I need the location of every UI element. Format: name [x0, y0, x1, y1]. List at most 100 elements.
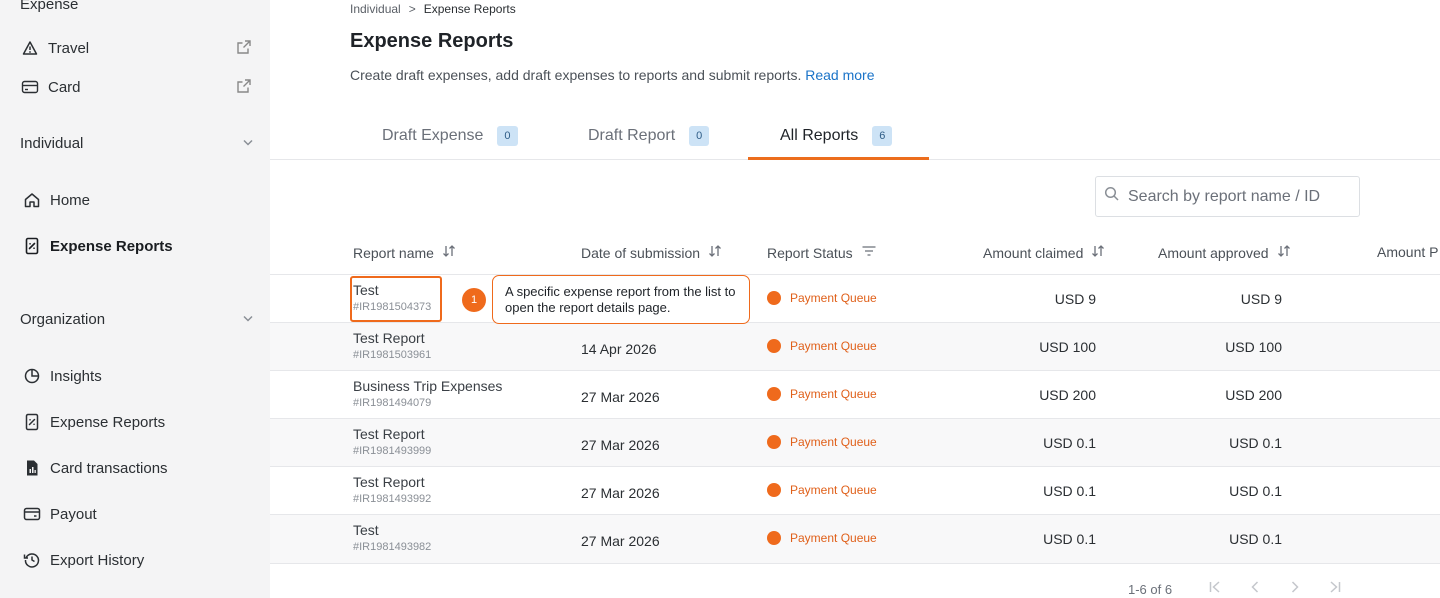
- sidebar-item-label: Home: [50, 191, 91, 209]
- status-dot-icon: [767, 387, 781, 401]
- submission-date: 27 Mar 2026: [581, 533, 660, 549]
- sidebar-item-expense-reports-individual[interactable]: Expense Reports: [22, 231, 256, 261]
- column-header-amount-approved[interactable]: Amount approved: [1158, 244, 1291, 261]
- report-name: Test Report: [353, 426, 425, 442]
- report-name: Business Trip Expenses: [353, 378, 503, 394]
- status-label: Payment Queue: [790, 483, 877, 497]
- search-input[interactable]: [1128, 187, 1348, 206]
- sidebar-group-label: Individual: [20, 134, 84, 152]
- home-icon: [22, 190, 42, 210]
- submission-date: 14 Apr 2026: [581, 341, 657, 357]
- report-id: #IR1981493992: [353, 493, 432, 505]
- sidebar-item-home[interactable]: Home: [22, 185, 256, 215]
- sidebar-item-label: Expense Reports: [50, 237, 173, 255]
- next-page-icon[interactable]: [1288, 580, 1302, 598]
- submission-date: 27 Mar 2026: [581, 437, 660, 453]
- tab-all-reports[interactable]: All Reports 6: [780, 112, 893, 160]
- table-row[interactable]: Test Report #IR1981503961 14 Apr 2026 Pa…: [270, 323, 1440, 371]
- report-id: #IR1981493982: [353, 541, 432, 553]
- table-row[interactable]: Test #IR1981504373 Payment Queue USD 9 U…: [270, 275, 1440, 323]
- sort-icon[interactable]: [1277, 244, 1291, 261]
- external-link-icon[interactable]: [236, 78, 252, 98]
- document-chart-icon: [22, 458, 42, 478]
- status-label: Payment Queue: [790, 339, 877, 353]
- sidebar-item-expense-reports-org[interactable]: Expense Reports: [22, 407, 256, 437]
- status-badge: Payment Queue: [767, 531, 877, 545]
- sort-icon[interactable]: [442, 244, 456, 261]
- report-id: #IR1981494079: [353, 397, 432, 409]
- sidebar-item-label: Export History: [50, 551, 145, 569]
- report-name-cell[interactable]: Test #IR1981493982: [353, 522, 431, 553]
- sidebar-item-label: Card: [48, 78, 81, 96]
- tab-draft-expense[interactable]: Draft Expense 0: [382, 112, 518, 160]
- receipt-icon: [22, 236, 42, 256]
- table-header: Report name Date of submission Report St…: [270, 230, 1440, 275]
- status-dot-icon: [767, 339, 781, 353]
- external-link-icon[interactable]: [236, 39, 252, 59]
- amount-claimed: USD 100: [1039, 339, 1096, 355]
- sidebar: Expense Travel Card Individual Home Expe…: [0, 0, 270, 598]
- breadcrumb-parent-link[interactable]: Individual: [350, 2, 401, 16]
- amount-approved: USD 0.1: [1229, 435, 1282, 451]
- report-name-cell[interactable]: Test Report #IR1981503961: [353, 330, 431, 361]
- sidebar-item-insights[interactable]: Insights: [22, 361, 256, 391]
- sidebar-item-label: Payout: [50, 505, 97, 523]
- report-name-cell[interactable]: Test Report #IR1981493999: [353, 426, 431, 457]
- pagination-summary: 1-6 of 6: [1128, 582, 1173, 597]
- sidebar-item-export-history[interactable]: Export History: [22, 545, 256, 575]
- column-header-label: Amount P: [1377, 244, 1439, 260]
- table-row[interactable]: Test Report #IR1981493992 27 Mar 2026 Pa…: [270, 467, 1440, 515]
- column-header-amount-paid[interactable]: Amount P: [1377, 244, 1438, 260]
- amount-claimed: USD 0.1: [1043, 435, 1096, 451]
- sidebar-item-label: Insights: [50, 367, 102, 385]
- read-more-link[interactable]: Read more: [805, 67, 874, 83]
- table-row[interactable]: Test Report #IR1981493999 27 Mar 2026 Pa…: [270, 419, 1440, 467]
- amount-approved: USD 0.1: [1229, 531, 1282, 547]
- amount-approved: USD 9: [1240, 291, 1282, 307]
- sort-icon[interactable]: [1091, 244, 1105, 261]
- sidebar-item-card[interactable]: Card: [20, 72, 256, 102]
- amount-approved: USD 100: [1225, 339, 1282, 355]
- active-tab-indicator: [748, 157, 929, 160]
- sidebar-group-organization[interactable]: Organization: [20, 307, 254, 331]
- status-label: Payment Queue: [790, 531, 877, 545]
- report-name-cell[interactable]: Business Trip Expenses #IR1981494079: [353, 378, 502, 409]
- first-page-icon[interactable]: [1208, 580, 1222, 598]
- sidebar-group-individual[interactable]: Individual: [20, 131, 254, 155]
- credit-card-icon: [20, 77, 40, 97]
- sidebar-item-label: Card transactions: [50, 459, 168, 477]
- breadcrumb: Individual > Expense Reports: [350, 2, 516, 16]
- status-label: Payment Queue: [790, 435, 877, 449]
- amount-approved: USD 0.1: [1229, 483, 1282, 499]
- sort-icon[interactable]: [708, 244, 722, 261]
- column-header-label: Amount approved: [1158, 244, 1269, 261]
- search-box[interactable]: [1095, 176, 1360, 217]
- status-badge: Payment Queue: [767, 291, 877, 305]
- sidebar-section-expense: Expense: [20, 0, 79, 13]
- tab-label: Draft Report: [588, 127, 676, 144]
- last-page-icon[interactable]: [1328, 580, 1342, 598]
- column-header-date[interactable]: Date of submission: [581, 244, 722, 261]
- status-badge: Payment Queue: [767, 339, 877, 353]
- pagination: 1-6 of 6: [1128, 580, 1342, 598]
- status-dot-icon: [767, 483, 781, 497]
- filter-icon[interactable]: [861, 244, 877, 261]
- tab-draft-report[interactable]: Draft Report 0: [588, 112, 710, 160]
- status-badge: Payment Queue: [767, 435, 877, 449]
- report-id: #IR1981503961: [353, 349, 432, 361]
- wallet-icon: [22, 504, 42, 524]
- column-header-status[interactable]: Report Status: [767, 244, 877, 261]
- table-row[interactable]: Test #IR1981493982 27 Mar 2026 Payment Q…: [270, 515, 1440, 564]
- report-name-cell[interactable]: Test Report #IR1981493992: [353, 474, 431, 505]
- column-header-report-name[interactable]: Report name: [353, 244, 456, 261]
- sidebar-item-travel[interactable]: Travel: [20, 33, 256, 63]
- column-header-amount-claimed[interactable]: Amount claimed: [983, 244, 1105, 261]
- report-name: Test Report: [353, 474, 425, 490]
- sidebar-item-card-transactions[interactable]: Card transactions: [22, 453, 256, 483]
- status-dot-icon: [767, 435, 781, 449]
- report-id: #IR1981493999: [353, 445, 432, 457]
- report-name: Test Report: [353, 330, 425, 346]
- table-row[interactable]: Business Trip Expenses #IR1981494079 27 …: [270, 371, 1440, 419]
- sidebar-item-payout[interactable]: Payout: [22, 499, 256, 529]
- previous-page-icon[interactable]: [1248, 580, 1262, 598]
